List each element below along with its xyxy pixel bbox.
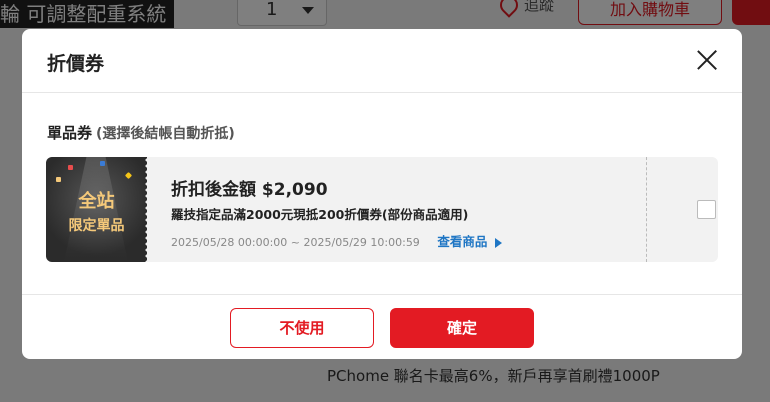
coupon-validity: 2025/05/28 00:00:00 ~ 2025/05/29 10:00:5… (171, 236, 420, 249)
confirm-button[interactable]: 確定 (390, 308, 534, 348)
coupon-amount: 折扣後金額 $2,090 (171, 180, 328, 200)
modal-footer: 不使用 確定 (22, 294, 742, 359)
coupon-modal: 折價券 單品券 (選擇後結帳自動折抵) 全站 限定單品 折扣後金額 $2,090 … (22, 29, 742, 359)
view-products-link[interactable]: 查看商品 (437, 234, 503, 249)
caret-right-icon (495, 237, 503, 248)
badge-subtitle: 限定單品 (68, 218, 125, 234)
coupon-badge: 全站 限定單品 (46, 157, 147, 262)
coupon-meta: 2025/05/28 00:00:00 ~ 2025/05/29 10:00:5… (171, 231, 503, 250)
close-icon[interactable] (696, 49, 718, 71)
coupon-divider (646, 157, 647, 262)
confetti-icon (56, 177, 61, 182)
confetti-icon (100, 161, 105, 166)
coupon-checkbox[interactable] (697, 200, 716, 219)
coupon-card[interactable]: 全站 限定單品 折扣後金額 $2,090 羅技指定品滿2000元現抵200折價券… (46, 157, 718, 262)
badge-title: 全站 (78, 191, 115, 212)
modal-title: 折價券 (47, 53, 105, 75)
no-coupon-button[interactable]: 不使用 (230, 308, 374, 348)
coupon-perforation (145, 157, 149, 262)
section-title: 單品券 (選擇後結帳自動折抵) (47, 122, 235, 143)
view-products-label: 查看商品 (437, 234, 488, 249)
modal-header: 折價券 (22, 29, 742, 93)
confetti-icon (124, 171, 133, 180)
confetti-icon (68, 165, 73, 170)
section-note: (選擇後結帳自動折抵) (96, 126, 235, 142)
section-title-text: 單品券 (47, 124, 93, 142)
coupon-description: 羅技指定品滿2000元現抵200折價券(部份商品適用) (171, 207, 469, 222)
